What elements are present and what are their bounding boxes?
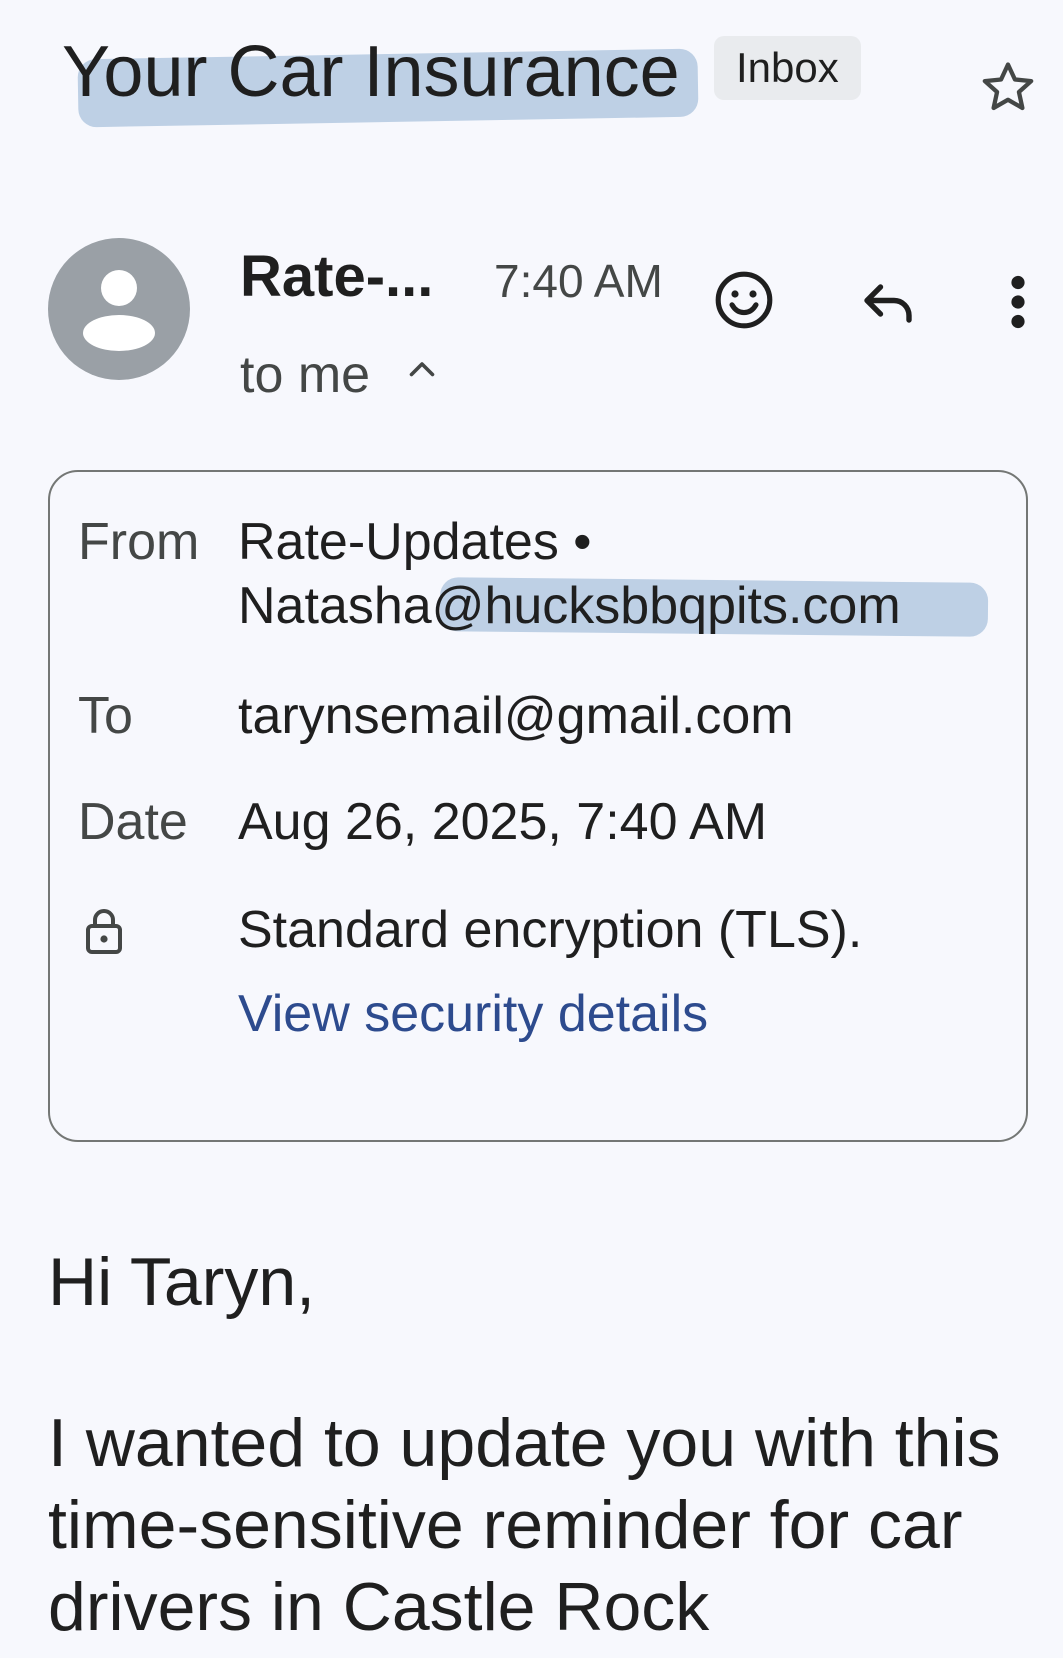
sender-avatar[interactable] [48,238,190,380]
chevron-up-icon[interactable] [404,352,440,388]
recipients-summary[interactable]: to me [240,340,370,410]
email-subject: Your Car Insurance [62,32,680,112]
from-email[interactable]: Natasha@hucksbbqpits.com [238,574,901,638]
inbox-label-chip[interactable]: Inbox [714,36,861,100]
received-time: 7:40 AM [494,255,663,307]
body-greeting: Hi Taryn, [48,1244,316,1320]
from-label: From [78,513,200,571]
more-vert-icon[interactable] [1000,266,1036,338]
lock-icon [84,906,124,956]
from-name: Rate-Updates • [238,513,592,571]
to-label: To [78,687,133,745]
reply-icon[interactable] [852,266,924,338]
date-value: Aug 26, 2025, 7:40 AM [238,793,768,851]
view-security-details-link[interactable]: View security details [238,982,708,1046]
to-email[interactable]: tarynsemail@gmail.com [238,684,794,748]
date-label: Date [78,793,188,851]
encryption-status: Standard encryption (TLS). [238,901,863,959]
default-avatar-icon [83,270,155,351]
body-paragraph: I wanted to update you with this time-se… [48,1405,1001,1645]
star-icon[interactable] [976,56,1040,120]
sender-name[interactable]: Rate-... [240,242,433,312]
add-reaction-icon[interactable] [708,264,780,336]
